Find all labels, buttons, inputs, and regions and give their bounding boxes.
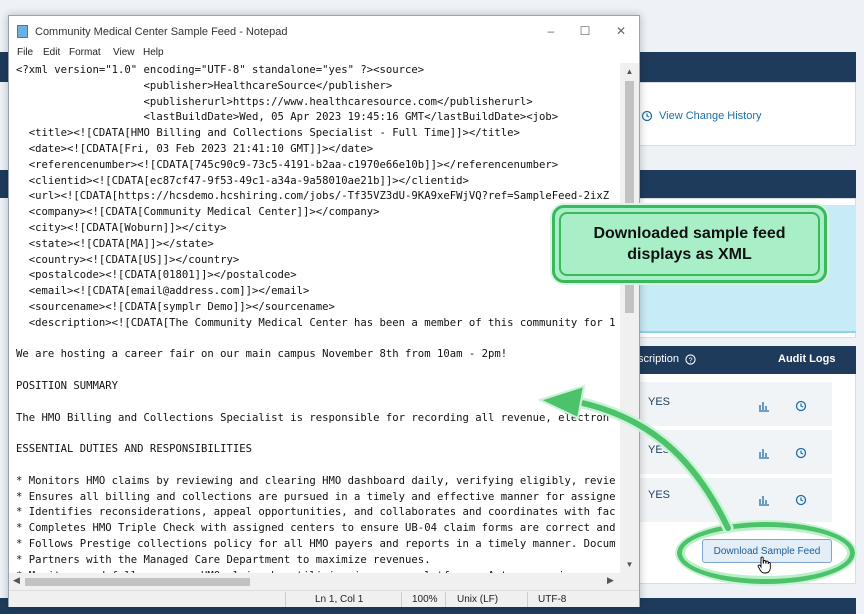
annotation-arrow [537,384,734,534]
